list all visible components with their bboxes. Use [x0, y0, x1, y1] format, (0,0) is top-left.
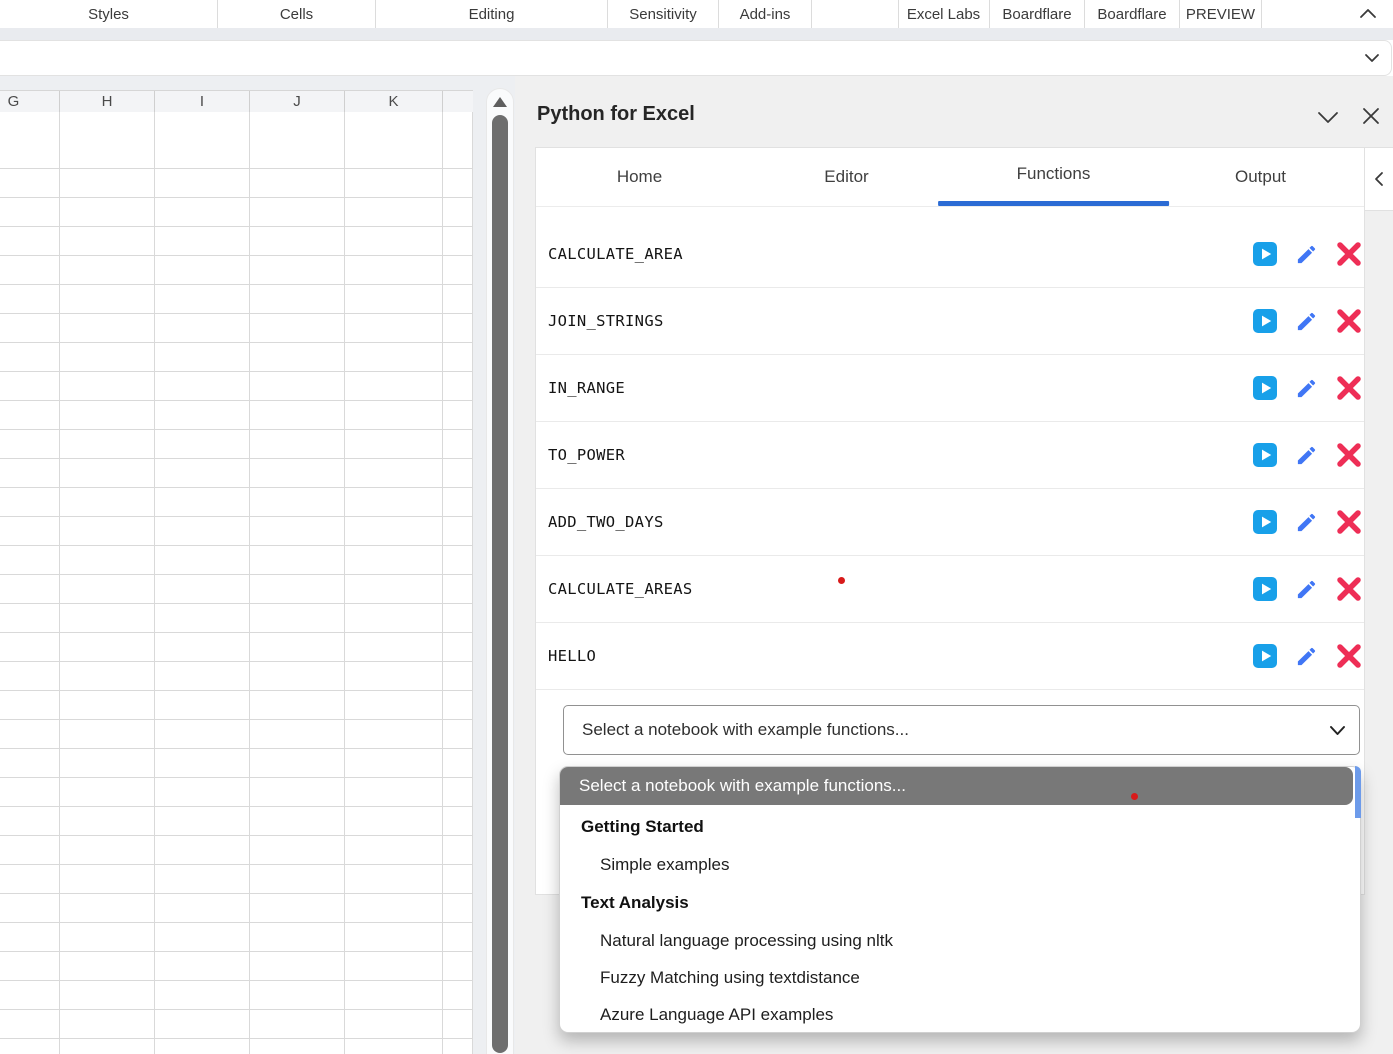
ribbon-group-row: Styles Cells Editing Sensitivity Add-ins — [0, 0, 1393, 28]
ribbon-bottom-band — [0, 28, 1393, 40]
column-headers: G H I J — [0, 90, 473, 113]
edit-function-pencil-icon[interactable] — [1295, 645, 1318, 668]
run-function-play-icon[interactable] — [1253, 577, 1277, 601]
function-row: CALCULATE_AREA — [536, 221, 1364, 288]
function-name: TO_POWER — [548, 446, 625, 464]
notebook-select-value: Select a notebook with example functions… — [582, 720, 909, 740]
scroll-up-arrow-icon[interactable] — [493, 97, 507, 107]
run-function-play-icon[interactable] — [1253, 309, 1277, 333]
pane-tab[interactable]: Output — [1157, 148, 1364, 206]
ribbon-group-label: Excel Labs — [812, 0, 990, 28]
dropdown-option[interactable]: Azure Language API examples — [560, 996, 1360, 1033]
ribbon-group-label: PREVIEW — [1180, 0, 1262, 28]
formula-bar-expand-chevron-down-icon[interactable] — [1363, 50, 1381, 66]
function-list: CALCULATE_AREA — [536, 207, 1364, 690]
pane-tab[interactable]: Home — [536, 148, 743, 206]
run-function-play-icon[interactable] — [1253, 644, 1277, 668]
column-header[interactable]: I — [155, 91, 250, 113]
ribbon-group-label: Cells — [218, 0, 376, 28]
ribbon-group-label: Styles — [0, 0, 218, 28]
notebook-dropdown-list: Select a notebook with example functions… — [559, 766, 1361, 1033]
function-name: CALCULATE_AREA — [548, 245, 683, 263]
function-name: CALCULATE_AREAS — [548, 580, 692, 598]
dropdown-option[interactable]: Text Analysis — [560, 883, 1360, 922]
cell-grid[interactable] — [0, 112, 473, 1054]
delete-function-x-icon[interactable] — [1336, 308, 1362, 334]
dropdown-option[interactable]: Natural language processing using nltk — [560, 922, 1360, 959]
dropdown-selected-option[interactable]: Select a notebook with example functions… — [560, 767, 1353, 805]
pane-close-icon[interactable] — [1360, 105, 1382, 127]
function-row: JOIN_STRINGS — [536, 288, 1364, 355]
function-row: CALCULATE_AREAS — [536, 556, 1364, 623]
select-chevron-down-icon — [1329, 723, 1346, 738]
ribbon-group-label: Add-ins — [719, 0, 812, 28]
delete-function-x-icon[interactable] — [1336, 576, 1362, 602]
chevron-left-icon — [1373, 171, 1385, 187]
run-function-play-icon[interactable] — [1253, 510, 1277, 534]
pane-tabbar: Home Editor Functions Output — [536, 148, 1364, 207]
pane-collapse-button[interactable] — [1364, 147, 1393, 211]
function-row: IN_RANGE — [536, 355, 1364, 422]
spreadsheet-area: G H I J — [0, 76, 515, 1054]
notebook-select[interactable]: Select a notebook with example functions… — [563, 705, 1360, 755]
edit-function-pencil-icon[interactable] — [1295, 377, 1318, 400]
delete-function-x-icon[interactable] — [1336, 375, 1362, 401]
ribbon-group-label: Boardflare — [990, 0, 1085, 28]
dropdown-option[interactable]: Fuzzy Matching using textdistance — [560, 959, 1360, 996]
ribbon-group-label: Editing — [376, 0, 608, 28]
dropdown-focus-edge — [1355, 766, 1361, 818]
function-row: ADD_TWO_DAYS — [536, 489, 1364, 556]
ribbon-collapse-chevron-up-icon[interactable] — [1357, 5, 1379, 23]
edit-function-pencil-icon[interactable] — [1295, 444, 1318, 467]
column-header[interactable]: J — [250, 91, 345, 113]
ribbon-group-label: Sensitivity — [608, 0, 719, 28]
edit-function-pencil-icon[interactable] — [1295, 310, 1318, 333]
edit-function-pencil-icon[interactable] — [1295, 511, 1318, 534]
ribbon-group-label: Boardflare — [1085, 0, 1180, 28]
function-name: JOIN_STRINGS — [548, 312, 664, 330]
excel-window: Styles Cells Editing Sensitivity Add-ins — [0, 0, 1393, 1054]
formula-bar[interactable] — [0, 40, 1392, 76]
pane-title: Python for Excel — [537, 103, 695, 126]
delete-function-x-icon[interactable] — [1336, 442, 1362, 468]
function-row: TO_POWER — [536, 422, 1364, 489]
cursor-marker-dot — [1131, 793, 1138, 800]
pane-card: Home Editor Functions Output — [535, 147, 1365, 895]
delete-function-x-icon[interactable] — [1336, 643, 1362, 669]
dropdown-option[interactable]: Simple examples — [560, 846, 1360, 883]
edit-function-pencil-icon[interactable] — [1295, 578, 1318, 601]
run-function-play-icon[interactable] — [1253, 376, 1277, 400]
function-name: IN_RANGE — [548, 379, 625, 397]
column-header[interactable]: G — [0, 91, 60, 113]
vertical-scrollbar[interactable] — [486, 88, 514, 1054]
cursor-marker-dot — [838, 577, 845, 584]
function-name: ADD_TWO_DAYS — [548, 513, 664, 531]
column-header[interactable]: K — [345, 91, 443, 113]
column-header[interactable]: H — [60, 91, 155, 113]
pane-tab[interactable]: Functions — [950, 148, 1157, 206]
function-row: HELLO — [536, 623, 1364, 690]
scrollbar-thumb[interactable] — [492, 115, 508, 1053]
dropdown-option[interactable]: Getting Started — [560, 807, 1360, 846]
python-for-excel-pane: Python for Excel Home Editor — [515, 76, 1393, 1054]
run-function-play-icon[interactable] — [1253, 242, 1277, 266]
delete-function-x-icon[interactable] — [1336, 509, 1362, 535]
delete-function-x-icon[interactable] — [1336, 241, 1362, 267]
edit-function-pencil-icon[interactable] — [1295, 243, 1318, 266]
run-function-play-icon[interactable] — [1253, 443, 1277, 467]
pane-tab[interactable]: Editor — [743, 148, 950, 206]
column-header-partial — [443, 91, 473, 113]
pane-minimize-chevron-down-icon[interactable] — [1315, 107, 1341, 127]
function-name: HELLO — [548, 647, 596, 665]
ribbon-groups: Styles Cells Editing Sensitivity Add-ins — [0, 0, 1393, 28]
